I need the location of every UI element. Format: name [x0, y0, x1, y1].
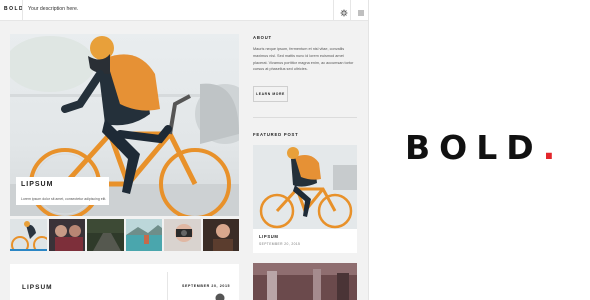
divider: [350, 0, 351, 21]
post-card[interactable]: LIPSUM SEPTEMBER 20, 2015: [10, 264, 239, 300]
post-title: LIPSUM: [22, 284, 53, 291]
hero-caption-card[interactable]: LIPSUM Lorem ipsum dolor sit amet, conse…: [16, 177, 109, 205]
divider: [22, 0, 23, 21]
site-preview: BOLD Your description here. LIPSUM Lorem…: [0, 0, 369, 300]
featured-post-image-2[interactable]: [253, 263, 357, 300]
post-date: SEPTEMBER 20, 2015: [182, 284, 231, 288]
thumbnail-road[interactable]: [87, 219, 124, 251]
thumbnail-strip: [10, 219, 239, 251]
featured-title: LIPSUM: [259, 234, 279, 239]
learn-more-button[interactable]: LEARN MORE: [253, 86, 288, 102]
about-text: Mauris neque ipsum, fermentum et nisl vi…: [253, 47, 354, 72]
brand-dot: .: [542, 128, 565, 167]
thumbnail-portrait[interactable]: [202, 219, 239, 251]
top-bar: BOLD Your description here.: [0, 0, 368, 21]
divider: [167, 272, 168, 300]
featured-image: [253, 145, 357, 229]
thumbnail-cyclist[interactable]: [10, 219, 47, 251]
about-heading: ABOUT: [253, 35, 272, 40]
gear-icon[interactable]: [339, 5, 349, 17]
site-description: Your description here.: [28, 6, 79, 12]
hero-title: LIPSUM: [21, 181, 54, 188]
brand-word: BOLD: [405, 128, 543, 167]
featured-post-card[interactable]: LIPSUM SEPTEMBER 20, 2015: [253, 145, 357, 253]
thumbnail-camera[interactable]: [164, 219, 201, 251]
divider: [253, 117, 357, 118]
brand-logo: BOLD.: [405, 128, 564, 167]
thumbnail-lake[interactable]: [125, 219, 162, 251]
avatar: [215, 293, 225, 300]
thumbnail-people[interactable]: [48, 219, 85, 251]
divider: [333, 0, 334, 21]
featured-heading: FEATURED POST: [253, 132, 299, 137]
featured-date: SEPTEMBER 20, 2015: [259, 242, 301, 246]
hero-subtitle: Lorem ipsum dolor sit amet, consectetur …: [21, 197, 107, 201]
menu-icon[interactable]: [356, 5, 366, 16]
